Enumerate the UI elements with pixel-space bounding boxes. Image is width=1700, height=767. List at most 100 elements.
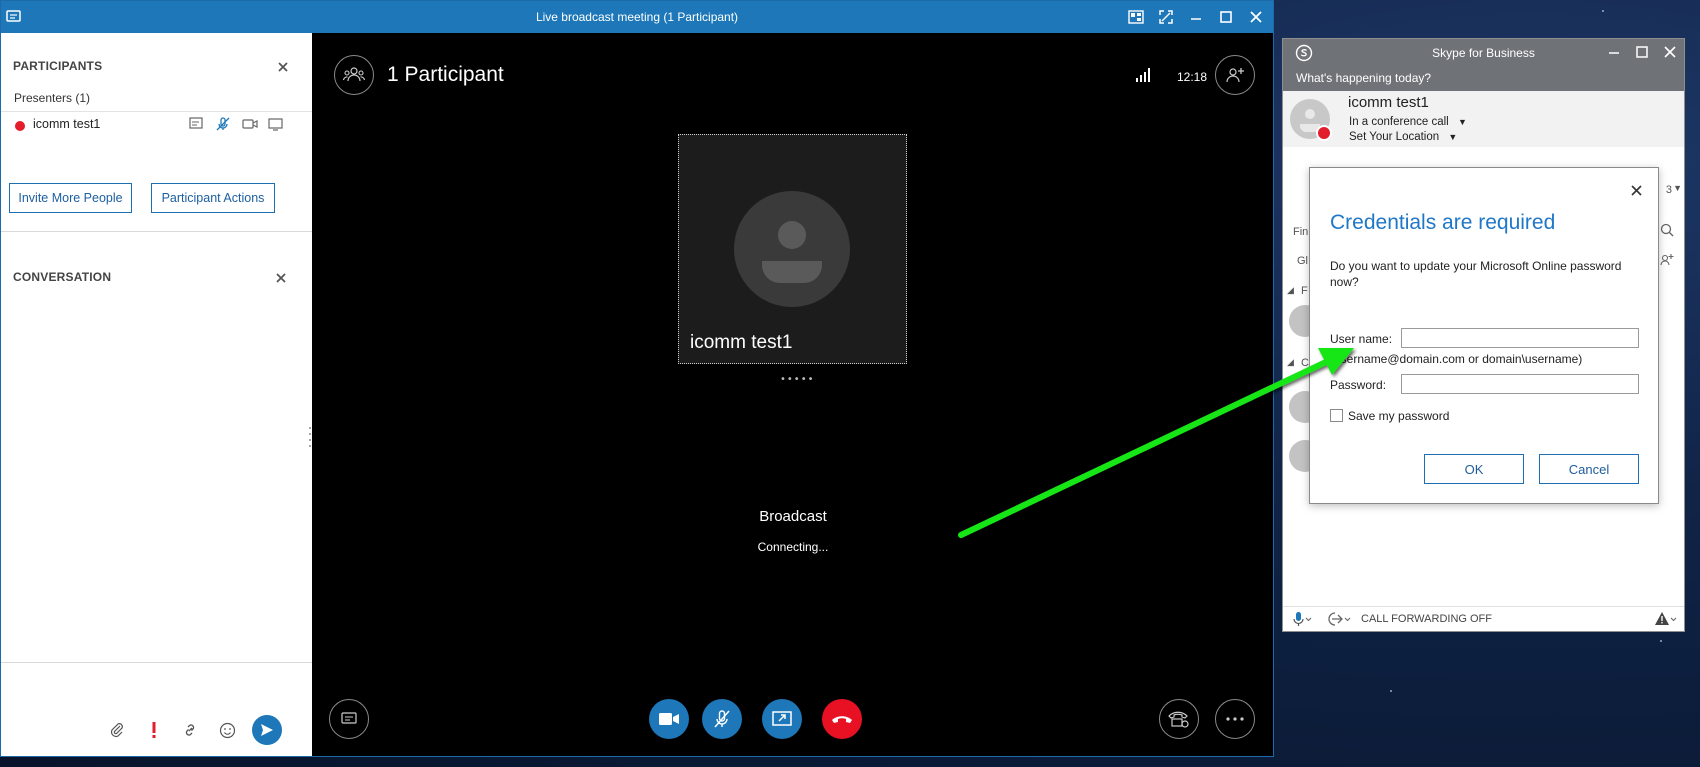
meeting-clock: 12:18 <box>1176 70 1207 84</box>
link-icon <box>185 724 195 736</box>
skype-titlebar: Skype for Business <box>1283 39 1684 67</box>
video-button[interactable] <box>649 699 689 739</box>
mute-button[interactable] <box>702 699 742 739</box>
screen-share-icon[interactable] <box>267 116 285 134</box>
warning-button[interactable] <box>1654 611 1678 631</box>
call-forwarding-status[interactable]: CALL FORWARDING OFF <box>1361 613 1492 625</box>
meeting-window: Live broadcast meeting (1 Participant) P… <box>0 0 1274 757</box>
layout-button[interactable] <box>1125 6 1147 28</box>
skype-status-bar: CALL FORWARDING OFF <box>1283 606 1684 631</box>
muted-mic-icon[interactable] <box>215 116 233 134</box>
high-importance-button[interactable] <box>144 720 164 740</box>
chevron-down-icon[interactable]: ▼ <box>1673 183 1682 193</box>
phone-hangup-icon <box>832 716 852 723</box>
close-icon <box>276 273 286 283</box>
tab-count-partial: 3 <box>1665 184 1672 196</box>
participant-video-tile[interactable]: icomm test1 <box>678 134 907 364</box>
muted-mic-icon <box>714 710 730 728</box>
find-contact-input-partial[interactable]: Fin <box>1293 226 1308 238</box>
close-icon <box>1250 11 1262 23</box>
insert-link-button[interactable] <box>180 720 200 740</box>
collapse-arrow-icon[interactable]: ◢ <box>1287 357 1294 368</box>
password-label: Password: <box>1330 378 1387 392</box>
location-dropdown[interactable]: Set Your Location ▼ <box>1349 131 1457 143</box>
network-signal-icon <box>1136 68 1150 82</box>
video-camera-icon[interactable] <box>241 116 259 134</box>
participant-name: icomm test1 <box>33 117 101 131</box>
call-forwarding-menu-button[interactable] <box>1325 611 1353 631</box>
left-pane: PARTICIPANTS Presenters (1) icomm test1 … <box>1 33 313 756</box>
more-options-button[interactable] <box>1215 699 1255 739</box>
add-person-icon <box>1226 68 1244 83</box>
participants-header: PARTICIPANTS <box>13 59 103 73</box>
group-header-partial: C <box>1301 357 1309 369</box>
participant-row[interactable]: icomm test1 <box>1 111 312 138</box>
invite-more-people-button[interactable]: Invite More People <box>9 183 132 213</box>
maximize-icon <box>1220 11 1232 23</box>
search-icon[interactable] <box>1660 223 1674 237</box>
hang-up-button[interactable] <box>822 699 862 739</box>
participant-count: 1 Participant <box>387 63 504 86</box>
share-screen-icon <box>772 711 792 726</box>
close-icon <box>1630 184 1642 196</box>
attach-file-button[interactable] <box>107 720 127 740</box>
ok-button[interactable]: OK <box>1424 454 1524 484</box>
call-controls-button[interactable] <box>1159 699 1199 739</box>
maximize-button[interactable] <box>1215 6 1237 28</box>
close-conversation-button[interactable] <box>274 270 288 284</box>
microphone-icon <box>1293 612 1312 626</box>
credentials-dialog: Credentials are required Do you want to … <box>1309 167 1659 504</box>
minimize-button[interactable] <box>1185 6 1207 28</box>
presence-status-dot <box>1316 125 1332 141</box>
close-participants-button[interactable] <box>276 59 290 73</box>
audio-device-button[interactable] <box>1291 611 1313 631</box>
chat-icon <box>341 712 357 724</box>
save-password-checkbox[interactable] <box>1330 409 1343 422</box>
meeting-titlebar: Live broadcast meeting (1 Participant) <box>1 1 1273 33</box>
presence-state-dropdown[interactable]: In a conference call ▼ <box>1349 116 1467 128</box>
collapse-arrow-icon[interactable]: ◢ <box>1287 285 1294 296</box>
skype-minimize-button[interactable] <box>1604 42 1624 62</box>
send-arrow-icon <box>261 724 273 736</box>
dialog-close-button[interactable] <box>1628 182 1644 198</box>
skype-maximize-button[interactable] <box>1632 42 1652 62</box>
group-header-partial: F <box>1301 285 1308 297</box>
expand-icon <box>1159 10 1173 24</box>
present-content-button[interactable] <box>762 699 802 739</box>
username-format-hint: (username@domain.com or domain\username) <box>1330 352 1583 366</box>
my-avatar[interactable] <box>1290 99 1332 141</box>
minimize-icon <box>1191 18 1201 20</box>
smiley-icon <box>219 722 235 738</box>
im-status-icon[interactable] <box>188 116 206 134</box>
emoticon-button[interactable] <box>217 720 237 740</box>
minimize-icon <box>1609 52 1619 54</box>
participant-actions-button[interactable]: Participant Actions <box>151 183 275 213</box>
maximize-icon <box>1636 46 1648 58</box>
conversation-header: CONVERSATION <box>13 270 112 284</box>
skype-window-controls <box>1604 42 1680 62</box>
skype-close-button[interactable] <box>1660 42 1680 62</box>
message-compose-area[interactable] <box>1 662 312 756</box>
dialog-question: Do you want to update your Microsoft Onl… <box>1330 259 1622 289</box>
send-message-button[interactable] <box>252 715 282 745</box>
username-label: User name: <box>1330 332 1393 346</box>
conversation-toggle-button[interactable] <box>329 699 369 739</box>
presence-status-dot <box>15 121 25 131</box>
close-window-button[interactable] <box>1245 6 1267 28</box>
chevron-down-icon: ▼ <box>1457 117 1467 127</box>
ellipsis-icon <box>1226 717 1244 721</box>
groups-tab-partial[interactable]: Gl <box>1297 255 1308 267</box>
participant-avatar <box>734 191 850 307</box>
whats-happening-field[interactable]: What's happening today? <box>1283 67 1684 91</box>
full-screen-button[interactable] <box>1155 6 1177 28</box>
warning-icon <box>1655 612 1677 625</box>
participants-toggle-button[interactable] <box>334 55 374 95</box>
cancel-button[interactable]: Cancel <box>1539 454 1639 484</box>
username-input[interactable] <box>1401 328 1639 348</box>
tile-resize-grip-icon[interactable]: ••••• <box>780 374 815 385</box>
save-password-label[interactable]: Save my password <box>1348 409 1449 423</box>
add-contact-icon[interactable] <box>1660 253 1674 267</box>
chevron-down-icon: ▼ <box>1448 132 1458 142</box>
add-people-button[interactable] <box>1215 55 1255 95</box>
password-input[interactable] <box>1401 374 1639 394</box>
